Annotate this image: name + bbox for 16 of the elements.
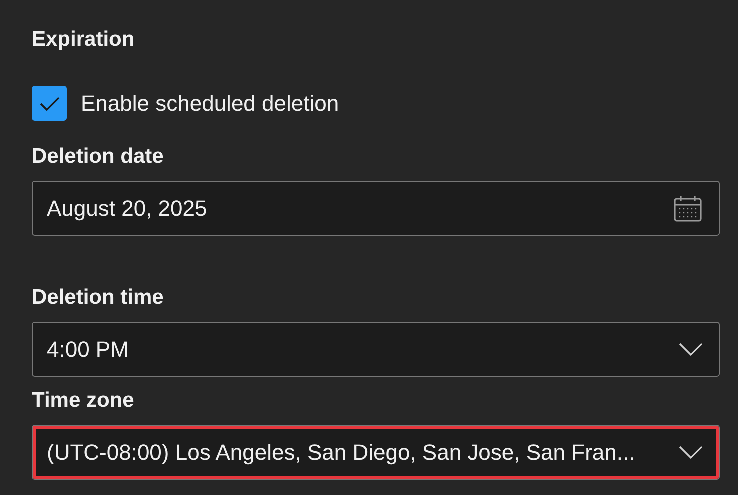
field-value: 4:00 PM — [47, 336, 129, 364]
date-field[interactable]: August 20, 2025 — [32, 181, 720, 236]
field-value: (UTC-08:00) Los Angeles, San Diego, San Jose, San Fran... — [47, 439, 636, 467]
checkmark-icon — [40, 96, 60, 112]
field-label: Time zone — [32, 388, 136, 414]
calendar-icon — [673, 194, 703, 222]
checkbox[interactable] — [32, 86, 67, 121]
dropdown-field[interactable]: 4:00 PM — [32, 322, 720, 377]
dropdown-field[interactable]: (UTC-08:00) Los Angeles, San Diego, San Jose, San Fran... — [32, 425, 720, 480]
chevron-down-icon — [679, 446, 703, 460]
section-title: Expiration — [32, 27, 136, 53]
field-label: Deletion time — [32, 285, 165, 311]
checkbox-label: Enable scheduled deletion — [81, 90, 340, 118]
field-label: Deletion date — [32, 144, 165, 170]
chevron-down-icon — [679, 342, 703, 356]
field-value: August 20, 2025 — [47, 195, 208, 223]
